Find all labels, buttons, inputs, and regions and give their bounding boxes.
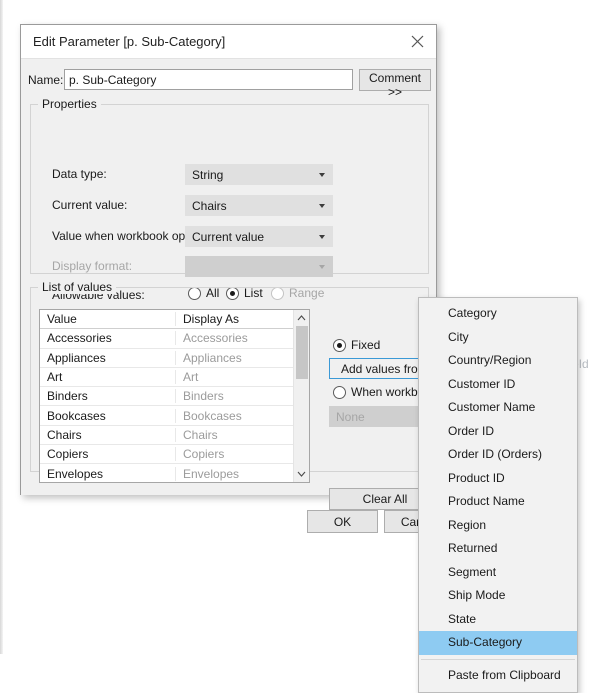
value-on-open-value: Current value — [192, 229, 265, 244]
cell-value: Chairs — [40, 427, 176, 442]
chevron-up-icon[interactable] — [294, 310, 309, 326]
cell-value: Appliances — [40, 350, 176, 365]
cell-display-as: Copiers — [183, 447, 225, 462]
menu-item-paste-from-clipboard[interactable]: Paste from Clipboard — [419, 664, 577, 688]
values-table[interactable]: Value Display As Accessories Accessories… — [39, 309, 310, 483]
ok-button[interactable]: OK — [307, 510, 378, 533]
name-row: Name: Comment >> — [21, 69, 436, 99]
edit-parameter-dialog: Edit Parameter [p. Sub-Category] Name: C… — [20, 24, 473, 533]
cell-value: Bookcases — [40, 408, 176, 423]
cell-value: Binders — [40, 389, 176, 404]
cell-value: Envelopes — [40, 466, 176, 481]
column-header-display-as: Display As — [183, 312, 240, 327]
cell-value: Copiers — [40, 447, 176, 462]
menu-item-order-id-orders[interactable]: Order ID (Orders) — [419, 443, 577, 467]
background-left-edge — [0, 0, 3, 654]
chevron-down-icon[interactable] — [294, 466, 309, 482]
menu-item-order-id[interactable]: Order ID — [419, 420, 577, 444]
properties-group — [30, 104, 429, 274]
list-of-values-legend: List of values — [38, 280, 117, 294]
current-value-combo[interactable]: Chairs — [185, 195, 333, 216]
cell-display-as: Chairs — [183, 427, 218, 442]
menu-item-sub-category[interactable]: Sub-Category — [419, 631, 577, 655]
table-row[interactable]: Copiers Copiers — [40, 445, 309, 465]
comment-button[interactable]: Comment >> — [359, 69, 431, 99]
chevron-down-icon — [319, 264, 325, 269]
menu-item-country-region[interactable]: Country/Region — [419, 349, 577, 373]
menu-item-category[interactable]: Category — [419, 302, 577, 326]
table-row[interactable]: Appliances Appliances — [40, 349, 309, 368]
radio-fixed-label: Fixed — [351, 338, 381, 352]
menu-item-product-name[interactable]: Product Name — [419, 490, 577, 514]
cell-display-as: Envelopes — [183, 466, 240, 481]
menu-item-customer-name[interactable]: Customer Name — [419, 396, 577, 420]
table-row[interactable]: Accessories Accessories — [40, 329, 309, 349]
data-type-combo[interactable]: String — [185, 164, 333, 185]
scrollbar-thumb[interactable] — [296, 326, 308, 379]
dialog-body: Name: Comment >> Properties Data type: S… — [21, 59, 473, 533]
chevron-down-icon — [319, 234, 325, 239]
name-label: Name: — [28, 73, 64, 87]
menu-item-region[interactable]: Region — [419, 514, 577, 538]
chevron-down-icon — [319, 203, 325, 208]
none-combo-value: None — [336, 409, 365, 424]
cell-display-as: Binders — [183, 389, 224, 404]
table-row[interactable]: Envelopes Envelopes — [40, 464, 309, 482]
column-header-value: Value — [40, 312, 176, 327]
dialog-titlebar: Edit Parameter [p. Sub-Category] — [21, 25, 436, 59]
menu-separator — [421, 658, 575, 660]
chevron-down-icon — [319, 172, 325, 177]
table-header-row: Value Display As — [40, 310, 309, 330]
menu-item-returned[interactable]: Returned — [419, 537, 577, 561]
current-value-label: Current value: — [52, 198, 128, 212]
cell-display-as: Art — [183, 370, 199, 385]
current-value-value: Chairs — [192, 198, 227, 213]
data-type-value: String — [192, 167, 224, 182]
radio-fixed[interactable]: Fixed — [333, 338, 380, 352]
value-on-open-combo[interactable]: Current value — [185, 226, 333, 247]
table-row[interactable]: Art Art — [40, 368, 309, 388]
table-row[interactable]: Binders Binders — [40, 387, 309, 407]
display-format-label: Display format: — [52, 259, 133, 273]
table-row[interactable]: Bookcases Bookcases — [40, 406, 309, 426]
display-format-combo — [185, 256, 333, 277]
close-icon[interactable] — [402, 27, 432, 55]
menu-item-product-id[interactable]: Product ID — [419, 467, 577, 491]
cell-display-as: Appliances — [183, 350, 242, 365]
cell-value: Art — [40, 370, 176, 385]
menu-item-ship-mode[interactable]: Ship Mode — [419, 584, 577, 608]
add-values-from-label: Add values from — [341, 361, 428, 376]
table-scrollbar[interactable] — [293, 310, 309, 482]
menu-item-customer-id[interactable]: Customer ID — [419, 373, 577, 397]
menu-item-segment[interactable]: Segment — [419, 561, 577, 585]
properties-legend: Properties — [38, 97, 101, 111]
radio-icon — [333, 385, 346, 399]
table-row[interactable]: Chairs Chairs — [40, 426, 309, 446]
data-type-label: Data type: — [52, 167, 107, 181]
cell-display-as: Bookcases — [183, 408, 242, 423]
name-input[interactable] — [64, 69, 353, 90]
menu-item-city[interactable]: City — [419, 326, 577, 350]
menu-item-state[interactable]: State — [419, 608, 577, 632]
cell-value: Accessories — [40, 331, 176, 346]
cell-display-as: Accessories — [183, 331, 248, 346]
add-values-from-context-menu: Category City Country/Region Customer ID… — [418, 297, 578, 693]
radio-icon — [333, 338, 346, 352]
dialog-title: Edit Parameter [p. Sub-Category] — [33, 34, 226, 49]
